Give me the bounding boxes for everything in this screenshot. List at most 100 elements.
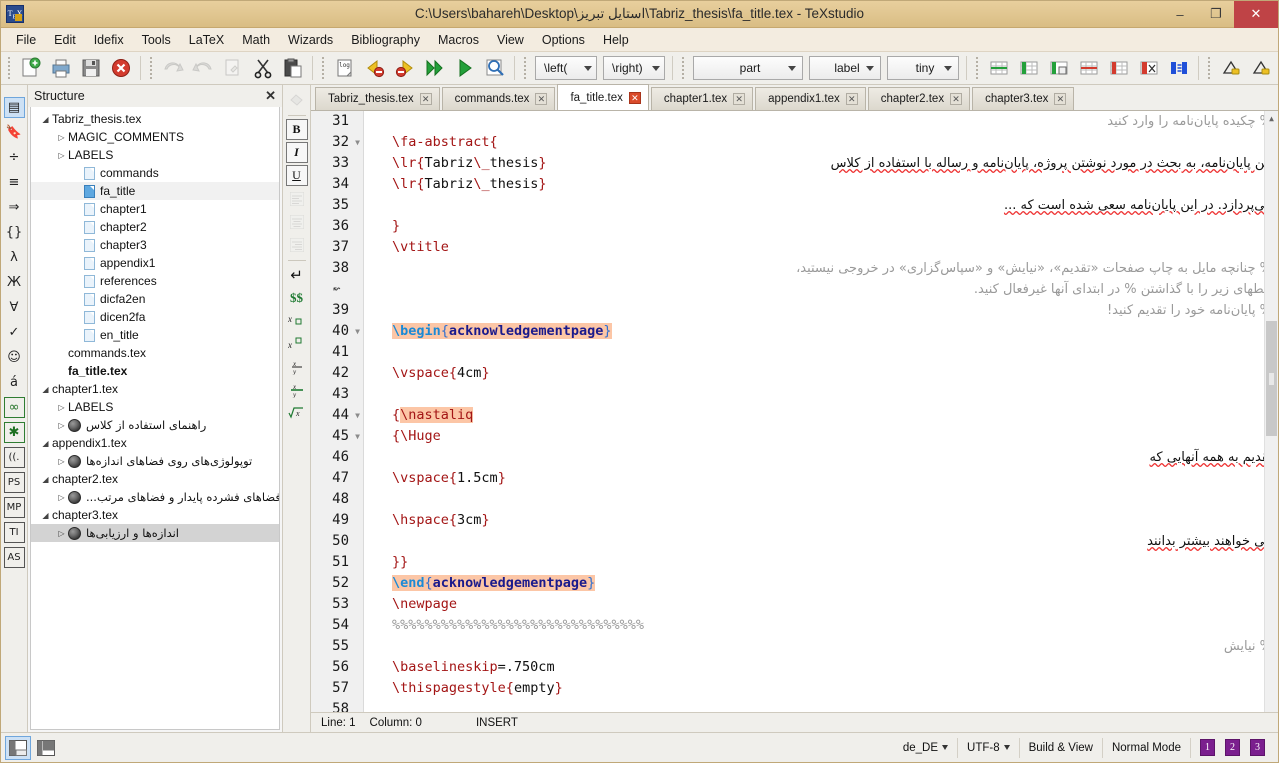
toolbar-grip-math[interactable] (522, 57, 529, 79)
menu-tools[interactable]: Tools (133, 30, 180, 50)
editor-line[interactable]: 44 ▼ {\nastaliq (311, 405, 1264, 426)
fontsize-combo[interactable]: tiny (887, 56, 959, 80)
toolbar-grip-build[interactable] (320, 57, 327, 79)
fold-marker-icon[interactable]: ▼ (351, 405, 364, 426)
insert-column-icon[interactable] (1014, 54, 1044, 82)
editor-line[interactable]: 49 \hspace{3cm} (311, 510, 1264, 531)
toolbar-grip-diff[interactable] (1206, 57, 1213, 79)
symbols-implies-icon[interactable]: ⇒ (4, 197, 25, 218)
chevron-down-icon[interactable]: ◢ (39, 439, 52, 448)
structure-item[interactable]: ▷ LABELS (31, 398, 279, 416)
structure-item[interactable]: ◢ chapter1.tex (31, 380, 279, 398)
code-editor[interactable]: 31 32 ▼ \fa-abstract{33 \lr{Tabriz\_thesis} 3… (311, 111, 1278, 712)
align-left-button[interactable] (286, 188, 308, 209)
encoding-selector[interactable]: UTF-8 (958, 737, 1020, 758)
redo-icon[interactable] (188, 54, 218, 82)
structure-item[interactable]: appendix1 (31, 254, 279, 272)
editor-line[interactable]: 52 \end{acknowledgementpage} (311, 573, 1264, 594)
metapost-icon[interactable]: MP (3, 497, 25, 518)
structure-item[interactable]: dicen2fa (31, 308, 279, 326)
label-combo[interactable]: label (809, 56, 881, 80)
tab-commands-tex[interactable]: commands.tex ✕ (441, 87, 556, 110)
view-pdf-icon[interactable] (480, 54, 510, 82)
editor-line[interactable]: 58 (311, 699, 1264, 712)
editor-line[interactable]: 48 (311, 489, 1264, 510)
tikz-icon[interactable]: TI (3, 522, 25, 543)
symbols-brackets-icon[interactable]: ((. (3, 447, 25, 468)
next-change-icon[interactable] (1246, 54, 1276, 82)
menu-bibliography[interactable]: Bibliography (342, 30, 429, 50)
fold-marker-icon[interactable]: ▼ (351, 321, 364, 342)
align-center-button[interactable] (286, 211, 308, 232)
structure-item[interactable]: ◢ chapter2.tex (31, 470, 279, 488)
fold-marker-icon[interactable]: ▼ (351, 132, 364, 153)
editor-line[interactable]: 41 (311, 342, 1264, 363)
editor-line[interactable]: 36} (311, 216, 1264, 237)
chevron-right-icon[interactable]: ▷ (55, 133, 68, 142)
structure-item[interactable]: chapter2 (31, 218, 279, 236)
editor-line[interactable]: 34 \lr{Tabriz\_thesis} (311, 174, 1264, 195)
structure-item[interactable]: ▷ LABELS (31, 146, 279, 164)
tab-chapter1-tex[interactable]: chapter1.tex ✕ (650, 87, 754, 110)
bookmarks-icon[interactable]: 🔖 (4, 122, 25, 143)
editor-line[interactable]: 46 (311, 447, 1264, 468)
add-column-icon[interactable] (1044, 54, 1074, 82)
chevron-right-icon[interactable]: ▷ (55, 403, 68, 412)
symbols-misc-icon[interactable]: ✓ (4, 322, 25, 343)
build-mode-label[interactable]: Build & View (1020, 737, 1103, 758)
cut-icon[interactable] (248, 54, 278, 82)
dfrac-button[interactable]: xy (286, 379, 308, 400)
toolbar-grip[interactable] (6, 57, 13, 79)
asymptote-icon[interactable]: AS (3, 547, 25, 568)
chevron-right-icon[interactable]: ▷ (55, 151, 68, 160)
minimize-button[interactable]: – (1162, 1, 1198, 28)
symbols-asterisk-icon[interactable]: ✱ (3, 422, 25, 443)
structure-item[interactable]: ◢ appendix1.tex (31, 434, 279, 452)
scroll-up-icon[interactable]: ▲ (1265, 111, 1278, 125)
structure-item[interactable]: ◢ Tabriz_thesis.tex (31, 110, 279, 128)
tab-close-icon[interactable]: ✕ (1054, 93, 1067, 105)
chevron-right-icon[interactable]: ▷ (55, 457, 68, 466)
structure-item[interactable]: commands (31, 164, 279, 182)
sqrt-button[interactable]: x (286, 402, 308, 423)
language-selector[interactable]: de_DE (894, 737, 959, 758)
toolbar-grip-table[interactable] (974, 57, 981, 79)
right-delimiter-combo[interactable]: \right) (603, 56, 665, 80)
chevron-right-icon[interactable]: ▷ (55, 493, 68, 502)
menu-latex[interactable]: LaTeX (180, 30, 233, 50)
sectioning-combo[interactable]: part (693, 56, 803, 80)
symbols-arrows-icon[interactable]: ≡ (4, 172, 25, 193)
editor-line[interactable]: 53 \newpage (311, 594, 1264, 615)
tab-chapter3-tex[interactable]: chapter3.tex ✕ (972, 87, 1075, 110)
tab-fa_title-tex[interactable]: fa_title.tex ✕ (557, 84, 649, 110)
math-mode-button[interactable]: $$ (286, 287, 308, 308)
menu-wizards[interactable]: Wizards (279, 30, 342, 50)
tab-close-icon[interactable]: ✕ (845, 93, 858, 105)
tab-close-icon[interactable]: ✕ (535, 93, 548, 105)
close-icon[interactable]: ✕ (265, 88, 276, 104)
structure-item[interactable]: ▷ توپولوژی‌های روی فضاهای اندازه‌ها (31, 452, 279, 470)
close-button[interactable]: ✕ (1234, 0, 1278, 28)
page-badge-3[interactable]: 3 (1250, 739, 1265, 756)
symbols-delimiters-icon[interactable]: {} (4, 222, 25, 243)
align-table-icon[interactable] (1164, 54, 1194, 82)
close-document-icon[interactable] (106, 54, 136, 82)
editor-line[interactable]: 45 ▼ {\Huge (311, 426, 1264, 447)
editor-line[interactable]: 37 \vtitle (311, 237, 1264, 258)
layout-single-icon[interactable] (5, 735, 31, 760)
structure-view-icon[interactable]: ▤ (3, 97, 25, 118)
editor-line[interactable]: 51}} (311, 552, 1264, 573)
menu-edit[interactable]: Edit (45, 30, 85, 50)
previous-change-icon[interactable] (1216, 54, 1246, 82)
editor-line[interactable]: 32 ▼ \fa-abstract{ (311, 132, 1264, 153)
newline-button[interactable]: ↵ (286, 264, 308, 285)
editor-line[interactable]: 57 \thispagestyle{empty} (311, 678, 1264, 699)
toolbar-grip-edit[interactable] (148, 57, 155, 79)
tab-close-icon[interactable]: ✕ (419, 93, 432, 105)
structure-item[interactable]: ▷ فضاهای فشرده پایدار و فضاهای مرتب... (31, 488, 279, 506)
editor-line[interactable]: 54%%%%%%%%%%%%%%%%%%%%%%%%%%%%%%% (311, 615, 1264, 636)
editor-vertical-scrollbar[interactable]: ▲ (1264, 111, 1278, 712)
toolbar-grip-struct[interactable] (680, 57, 687, 79)
postscript-icon[interactable]: PS (3, 472, 25, 493)
previous-error-icon[interactable] (360, 54, 390, 82)
